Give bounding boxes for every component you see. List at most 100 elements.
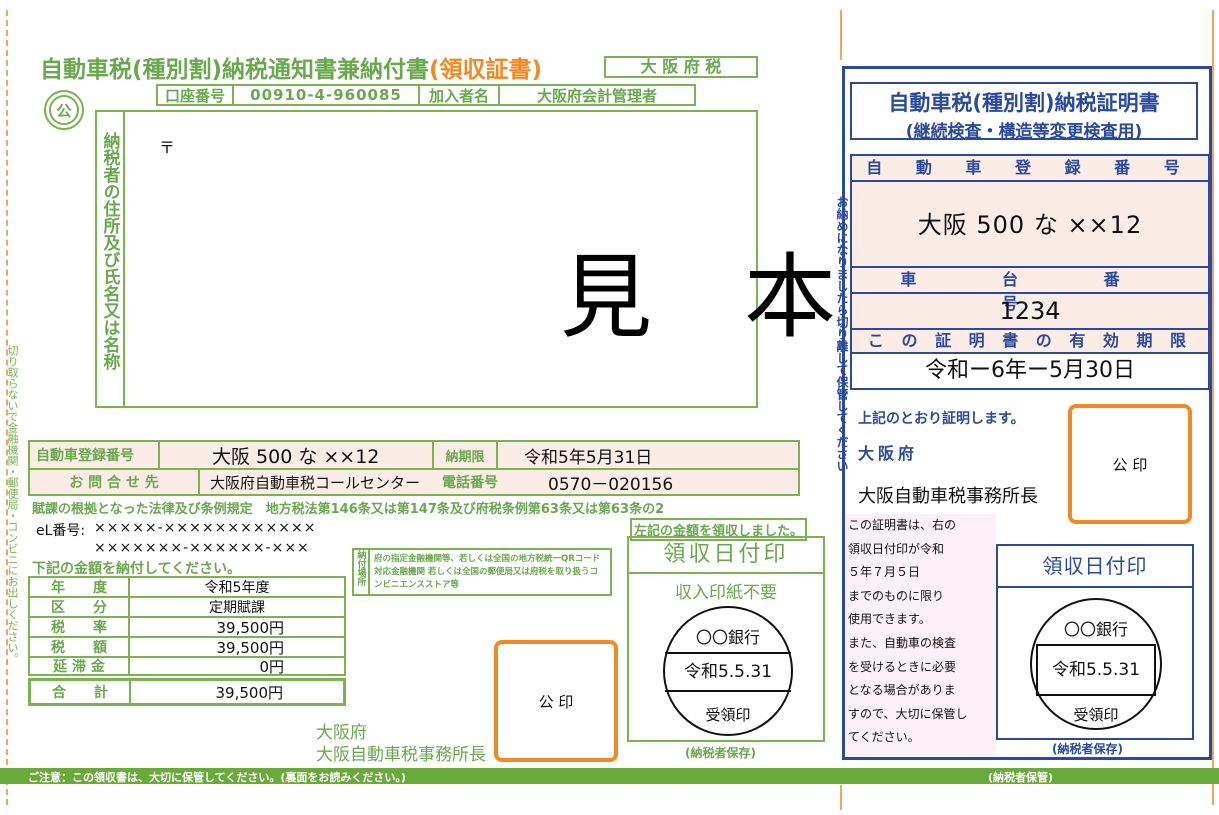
- validity-header: こ の 証 明 書 の 有 効 期 限: [852, 328, 1208, 354]
- total-row: 合 計 39,500円: [28, 678, 346, 706]
- stamp-date: 令和5.5.31: [665, 652, 791, 692]
- reg-row: 自動車登録番号 大阪 500 な ××12 納期限 令和5年5月31日: [28, 440, 800, 470]
- notice-line: すので、大切に保管し: [848, 706, 968, 721]
- issuer-name: 大阪自動車税事務所長: [316, 745, 486, 765]
- taxpayer-keep: (納税者保存): [685, 746, 756, 760]
- table-row: 税 率 39,500円: [28, 616, 346, 637]
- total-label: 合 計: [31, 681, 131, 703]
- cert-office: 大阪自動車税事務所長: [858, 486, 1038, 507]
- title-main: 自動車税(種別割)納税通知書兼納付書: [40, 57, 430, 83]
- kou-text: 公: [49, 95, 79, 125]
- payplace-label: 納付場所: [354, 550, 370, 594]
- right-cut-line: [1212, 10, 1214, 805]
- kou-mark: 公: [44, 90, 84, 130]
- cert-vertical-note: お納めになりましたら切り離して保管してください: [835, 196, 849, 472]
- cert-info-table: 自 動 車 登 録 番 号 大阪 500 な ××12 車 台 番 号 1234…: [850, 154, 1210, 390]
- el-line1: ×××××-××××××××××××: [94, 520, 317, 536]
- table-row: 年 度 令和5年度: [28, 576, 346, 597]
- total-value: 39,500円: [215, 683, 284, 702]
- bank-stamp: 〇〇銀行 令和5.5.31 受領印: [663, 606, 793, 736]
- row-label: 延 滞 金: [30, 656, 130, 676]
- official-seal: 公 印: [494, 640, 618, 762]
- notice-line: となる場合がありま: [848, 683, 956, 698]
- amount-table: 年 度 令和5年度 区 分 定期賦課 税 率 39,500円 税 額 39,50…: [28, 576, 346, 706]
- cert-stamp-received: 受領印: [1073, 706, 1119, 724]
- row-value: 0円: [259, 657, 284, 676]
- footer-note: ご注意：この領収書は、大切に保管してください。(裏面をお読みください。): [28, 771, 406, 784]
- postal-mark: 〒: [159, 138, 176, 157]
- notice-line: 使用できます。: [848, 612, 931, 627]
- table-row: 税 額 39,500円: [28, 636, 346, 657]
- notice-line: てください。: [848, 730, 920, 745]
- certify-text: 上記のとおり証明します。: [858, 411, 1025, 427]
- chassis-header: 車 台 番 号: [852, 268, 1208, 313]
- notice-line: この証明書は、右の: [848, 518, 957, 532]
- cert-stamp-date: 令和5.5.31: [1036, 644, 1156, 696]
- phone-label: 電話番号: [442, 475, 498, 491]
- left-title: 自動車税(種別割)納税通知書兼納付書 (領収証書): [40, 50, 542, 84]
- payplace-text: 府の指定金融機関等、若しくは全国の地方税統一QRコード対応金融機関 若しくは全国…: [374, 553, 601, 590]
- cert-seal-label: 公 印: [1112, 455, 1148, 474]
- pay-instruction: 下記の金額を納付してください。: [32, 561, 242, 577]
- mid-cut-line: [840, 10, 842, 60]
- stamp-free: 収入印紙不要: [675, 583, 777, 603]
- cert-receipt-box: 領収日付印 〇〇銀行 令和5.5.31 受領印: [996, 544, 1194, 740]
- chassis-value: 1234: [999, 297, 1061, 325]
- notice-line: 領収日付印が令和: [848, 541, 945, 556]
- law-text: 賦課の根拠となった法律及び条例規定 地方税法第146条又は第147条及び府税条例…: [32, 502, 665, 517]
- cut-note: 切り取らないで金融機関・郵便局・コンビニにお出しください。: [6, 345, 19, 664]
- account-number: 00910-4-960085: [234, 86, 420, 104]
- reg-header: 自 動 車 登 録 番 号: [852, 156, 1208, 182]
- cert-subtitle: (継続検査・構造等変更検査用): [905, 122, 1143, 142]
- el-label: eL番号:: [36, 523, 86, 539]
- phone-value: 0570－020156: [548, 474, 674, 495]
- receipt-date-box: 領収日付印 収入印紙不要 〇〇銀行 令和5.5.31 受領印: [627, 536, 825, 742]
- sample-watermark: 見 本: [560, 244, 837, 351]
- footer-keep: (納税者保管): [988, 771, 1054, 784]
- cert-title-box: 自動車税(種別割)納税証明書 (継続検査・構造等変更検査用): [850, 82, 1198, 142]
- inquiry-label: お 問 合 せ 先: [30, 470, 200, 494]
- subscriber-name: 大阪府会計管理者: [536, 86, 657, 105]
- row-label: 区 分: [30, 597, 130, 617]
- validity-value: 令和ー6年ー5月30日: [852, 354, 1208, 388]
- subscriber-label: 加入者名: [420, 84, 500, 106]
- notice-line: また、自動車の検査: [848, 635, 957, 650]
- title-receipt: (領収証書): [429, 57, 543, 83]
- notice-line: を受けるときに必要: [848, 659, 957, 674]
- row-label: 年 度: [30, 577, 130, 597]
- cert-taxpayer-keep: (納税者保存): [1052, 742, 1123, 756]
- cert-pref: 大阪府: [858, 444, 919, 463]
- cert-receipt-title: 領収日付印: [998, 546, 1192, 588]
- row-value: 39,500円: [216, 638, 285, 657]
- cert-notice: この証明書は、右の 領収日付印が令和 ５年７月５日 までのものに限り 使用できま…: [846, 514, 996, 756]
- reg-value: 大阪 500 な ××12: [212, 445, 380, 468]
- deadline-value: 令和5年5月31日: [524, 447, 653, 468]
- account-row: 口座番号 00910-4-960085 加入者名 大阪府会計管理者: [156, 84, 696, 106]
- el-line2: ×××××××-××××××-×××: [94, 540, 310, 556]
- notice-line: までのものに限り: [848, 588, 945, 603]
- row-label: 税 率: [30, 617, 130, 637]
- mid-cut-line-bottom: [840, 785, 842, 810]
- notice-line: ５年７月５日: [848, 565, 921, 580]
- receipt-date-title: 領収日付印: [629, 538, 823, 574]
- cert-title: 自動車税(種別割)納税証明書: [888, 91, 1160, 115]
- reg-label: 自動車登録番号: [30, 442, 160, 468]
- payplace-box: 納付場所 府の指定金融機関等、若しくは全国の地方税統一QRコード対応金融機関 若…: [352, 548, 612, 596]
- row-value: 令和5年度: [204, 580, 270, 596]
- stamp-bank: 〇〇銀行: [695, 628, 760, 647]
- account-label: 口座番号: [158, 84, 234, 106]
- pref-tax-box: 大 阪 府 税: [604, 56, 758, 78]
- seal-label: 公 印: [538, 692, 574, 711]
- cert-official-seal: 公 印: [1068, 404, 1192, 524]
- table-row: 区 分 定期賦課: [28, 596, 346, 617]
- cert-reg-value: 大阪 500 な ××12: [852, 182, 1208, 268]
- inquiry-row: お 問 合 せ 先 大阪府自動車税コールセンター 電話番号 0570－02015…: [28, 470, 800, 496]
- row-label: 税 額: [30, 637, 130, 657]
- cert-bank-stamp: 〇〇銀行 令和5.5.31 受領印: [1030, 598, 1162, 730]
- deadline-label: 納期限: [432, 442, 498, 468]
- table-row: 延 滞 金 0円: [28, 656, 346, 676]
- row-value: 定期賦課: [209, 600, 265, 616]
- address-label: 納税者の住所及び氏名又は名称: [97, 112, 125, 406]
- row-value: 39,500円: [216, 618, 285, 637]
- stamp-received: 受領印: [705, 706, 751, 724]
